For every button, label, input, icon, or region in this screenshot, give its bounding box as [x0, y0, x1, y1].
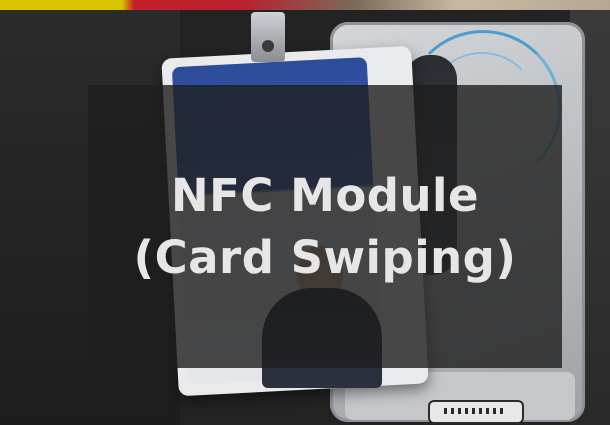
reader-card-tag-icon — [428, 400, 524, 424]
caption-line-1: NFC Module — [171, 168, 479, 222]
caption-line-2: (Card Swiping) — [133, 230, 517, 284]
caption-overlay: NFC Module (Card Swiping) — [88, 85, 562, 368]
image-frame: NFC Module (Card Swiping) — [0, 0, 610, 425]
card-clip — [251, 12, 285, 62]
top-photo-strip — [0, 0, 610, 10]
card-clip-hole — [262, 40, 274, 52]
